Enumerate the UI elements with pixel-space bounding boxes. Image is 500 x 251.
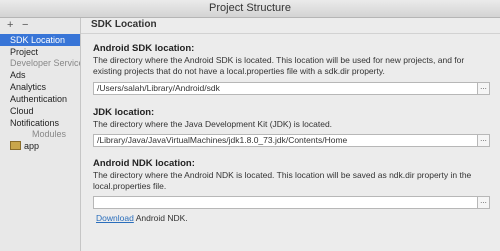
sidebar-section-modules: Modules <box>31 129 66 139</box>
sdk-location-description: The directory where the Android SDK is l… <box>93 55 465 76</box>
ndk-browse-button[interactable]: ... <box>477 196 490 209</box>
jdk-location-description: The directory where the Java Development… <box>93 119 333 129</box>
download-ndk-link[interactable]: Download <box>96 213 134 223</box>
window-title: Project Structure <box>0 0 500 18</box>
sidebar-item-project[interactable]: Project <box>0 46 80 58</box>
download-ndk-row: Download Android NDK. <box>96 213 188 223</box>
sidebar-item-cloud[interactable]: Cloud <box>0 105 80 117</box>
sdk-browse-button[interactable]: ... <box>477 82 490 95</box>
header-divider <box>81 33 500 34</box>
ndk-location-field[interactable] <box>93 196 483 209</box>
sdk-location-panel: SDK Location Android SDK location: The d… <box>81 18 500 251</box>
add-button[interactable]: + <box>7 19 13 31</box>
sdk-location-field[interactable]: /Users/salah/Library/Android/sdk <box>93 82 483 95</box>
remove-button[interactable]: − <box>22 19 28 31</box>
sidebar-item-analytics[interactable]: Analytics <box>0 81 80 93</box>
sdk-location-label: Android SDK location: <box>93 43 195 54</box>
ndk-location-label: Android NDK location: <box>93 158 195 169</box>
sidebar-item-app[interactable]: app <box>0 140 80 152</box>
sidebar-item-sdk-location[interactable]: SDK Location <box>0 34 80 46</box>
download-ndk-text: Android NDK. <box>133 213 188 223</box>
sidebar-toolbar: + − <box>0 18 80 34</box>
sidebar: + − SDK Location Project Developer Servi… <box>0 18 81 251</box>
sidebar-item-notifications[interactable]: Notifications <box>0 117 80 129</box>
sidebar-item-ads[interactable]: Ads <box>0 69 80 81</box>
page-title: SDK Location <box>91 19 157 30</box>
sidebar-item-label: app <box>24 141 40 151</box>
jdk-browse-button[interactable]: ... <box>477 134 490 147</box>
folder-icon <box>10 141 21 151</box>
jdk-location-label: JDK location: <box>93 107 155 118</box>
jdk-location-field[interactable]: /Library/Java/JavaVirtualMachines/jdk1.8… <box>93 134 483 147</box>
sidebar-item-authentication[interactable]: Authentication <box>0 93 80 105</box>
ndk-location-description: The directory where the Android NDK is l… <box>93 170 472 191</box>
sidebar-section-developer-services: Developer Services <box>10 58 80 68</box>
